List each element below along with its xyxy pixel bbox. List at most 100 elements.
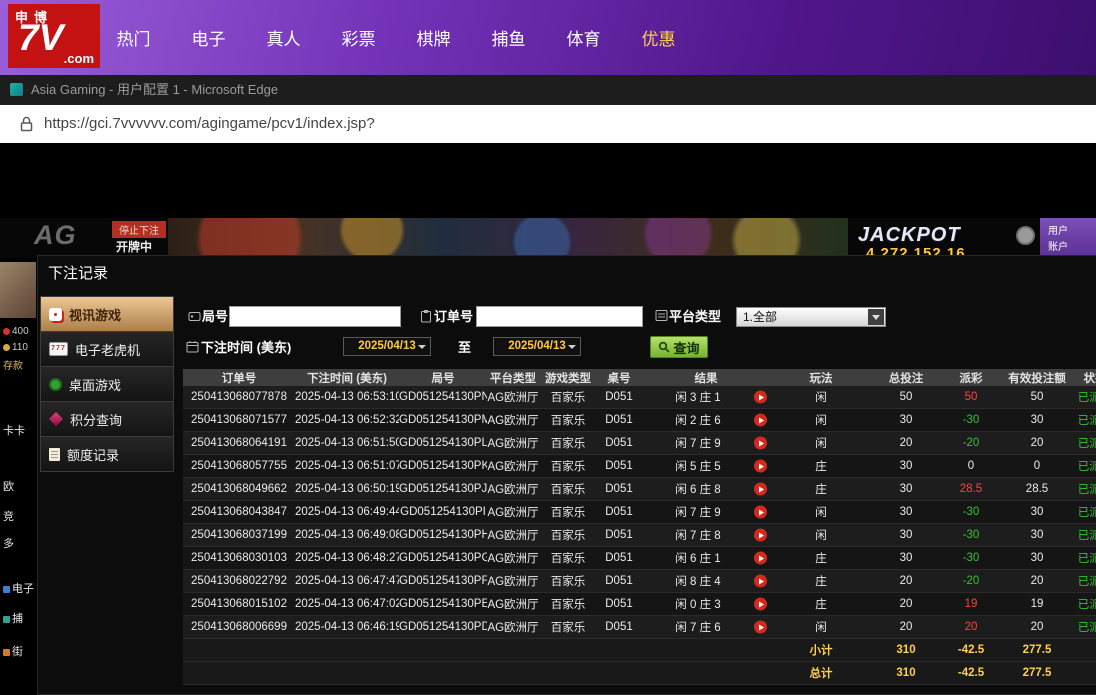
replay-button[interactable]	[754, 413, 767, 427]
cell-payout: -20	[941, 431, 1001, 455]
cell-play: 庄	[771, 592, 871, 616]
stop-betting-badge: 停止下注	[112, 221, 166, 238]
to-label: 至	[458, 340, 472, 355]
col-time: 下注时间 (美东)	[295, 369, 399, 386]
cell-payout: 50	[941, 386, 1001, 409]
col-payout: 派彩	[941, 369, 1001, 386]
table-row: 250413068043847 2025-04-13 06:49:44 GD05…	[183, 500, 1096, 524]
cell-time: 2025-04-13 06:53:10	[295, 386, 399, 409]
order-id-input[interactable]	[476, 306, 643, 327]
slot-machines-image	[168, 218, 848, 258]
round-id-input[interactable]	[229, 306, 401, 327]
brand-logo-main-text: 7V	[18, 17, 64, 58]
dice-icon	[49, 307, 62, 321]
tab-favicon-icon	[10, 83, 23, 96]
cell-play: 闲	[771, 615, 871, 639]
menu-item-slot-machines[interactable]: 777 电子老虎机	[40, 331, 174, 367]
cell-game-type: 百家乐	[539, 408, 597, 432]
cell-table-no: D051	[597, 569, 641, 593]
cell-valid: 50	[1001, 386, 1073, 409]
cell-play: 闲	[771, 500, 871, 524]
slots-mini-icon	[3, 585, 10, 593]
nav-item-sports[interactable]: 体育	[546, 25, 621, 50]
menu-item-points-query[interactable]: 积分查询	[40, 401, 174, 437]
sidebar-item-fragment-duo: 多	[3, 538, 14, 550]
table-body: 250413068077878 2025-04-13 06:53:10 GD05…	[183, 386, 1096, 639]
nav-item-lottery[interactable]: 彩票	[321, 25, 396, 50]
cell-platform: AG欧洲厅	[487, 615, 539, 639]
cell-payout: 19	[941, 592, 1001, 616]
replay-button[interactable]	[754, 436, 767, 450]
result-text: 闲 2 庄 6	[675, 415, 721, 427]
replay-button[interactable]	[754, 551, 767, 565]
ag-logo: AG	[34, 220, 77, 250]
address-bar[interactable]: https://gci.7vvvvvv.com/agingame/pcv1/in…	[0, 105, 1096, 143]
cell-game-type: 百家乐	[539, 523, 597, 547]
nav-item-slots[interactable]: 电子	[171, 25, 246, 50]
cell-payout: 0	[941, 454, 1001, 478]
cell-order: 250413068030103	[183, 546, 295, 570]
cell-result: 闲 7 庄 6	[641, 615, 771, 639]
customer-service-icon	[1016, 226, 1035, 245]
col-order: 订单号	[183, 369, 295, 386]
cell-bet: 30	[871, 546, 941, 570]
cell-payout: 28.5	[941, 477, 1001, 501]
cell-status: 已派彩	[1073, 615, 1096, 639]
brand-logo[interactable]: 申博 7V .com	[8, 4, 100, 68]
cell-result: 闲 8 庄 4	[641, 569, 771, 593]
replay-button[interactable]	[754, 597, 767, 611]
browser-title-bar: Asia Gaming - 用户配置 1 - Microsoft Edge	[0, 75, 1096, 105]
nav-item-fishing[interactable]: 捕鱼	[471, 25, 546, 50]
cell-status: 已派彩	[1073, 592, 1096, 616]
search-button[interactable]: 查询	[650, 336, 708, 358]
menu-item-live-games[interactable]: 视讯游戏	[40, 296, 174, 332]
cell-table-no: D051	[597, 546, 641, 570]
cell-time: 2025-04-13 06:52:32	[295, 408, 399, 432]
replay-button[interactable]	[754, 482, 767, 496]
menu-item-credit-records[interactable]: 额度记录	[40, 436, 174, 472]
menu-item-table-games[interactable]: 桌面游戏	[40, 366, 174, 402]
cell-bet: 20	[871, 569, 941, 593]
casino-background: AG 停止下注 开牌中 JACKPOT 4,272,152.16 用户 账户	[0, 218, 1096, 262]
cell-time: 2025-04-13 06:51:50	[295, 431, 399, 455]
replay-button[interactable]	[754, 528, 767, 542]
col-game-type: 游戏类型	[539, 369, 597, 386]
total-label: 总计	[771, 661, 871, 685]
replay-button[interactable]	[754, 505, 767, 519]
cell-table-no: D051	[597, 592, 641, 616]
nav-item-board-games[interactable]: 棋牌	[396, 25, 471, 50]
nav-item-promotions[interactable]: 优惠	[621, 25, 696, 50]
jackpot-label: JACKPOT	[858, 224, 961, 246]
chevron-down-icon	[568, 345, 576, 349]
cell-platform: AG欧洲厅	[487, 500, 539, 524]
cell-game-type: 百家乐	[539, 500, 597, 524]
sidebar-item-fragment-ou: 欧	[3, 481, 14, 493]
nav-item-hot[interactable]: 热门	[96, 25, 171, 50]
avatar	[0, 262, 36, 318]
cell-play: 闲	[771, 523, 871, 547]
url-text: https://gci.7vvvvvv.com/agingame/pcv1/in…	[44, 115, 375, 132]
platform-type-select[interactable]: 1.全部	[736, 307, 886, 327]
cell-table-no: D051	[597, 454, 641, 478]
date-to-select[interactable]: 2025/04/13	[493, 337, 581, 356]
cell-platform: AG欧洲厅	[487, 431, 539, 455]
cell-order: 250413068043847	[183, 500, 295, 524]
fishing-mini-icon	[3, 615, 10, 623]
result-text: 闲 7 庄 9	[675, 438, 721, 450]
subtotal-valid: 277.5	[1001, 638, 1073, 662]
slot-machine-icon: 777	[49, 342, 68, 356]
cell-time: 2025-04-13 06:47:47	[295, 569, 399, 593]
cell-valid: 20	[1001, 569, 1073, 593]
cell-play: 闲	[771, 386, 871, 409]
replay-button[interactable]	[754, 574, 767, 588]
search-icon	[659, 341, 671, 353]
sidebar-item-fragment-fishing: 捕	[3, 610, 23, 626]
date-from-value: 2025/04/13	[358, 340, 416, 352]
replay-button[interactable]	[754, 390, 767, 404]
nav-item-live[interactable]: 真人	[246, 25, 321, 50]
table-row: 250413068015102 2025-04-13 06:47:02 GD05…	[183, 592, 1096, 616]
date-from-select[interactable]: 2025/04/13	[343, 337, 431, 356]
replay-button[interactable]	[754, 620, 767, 634]
cell-play: 闲	[771, 408, 871, 432]
replay-button[interactable]	[754, 459, 767, 473]
